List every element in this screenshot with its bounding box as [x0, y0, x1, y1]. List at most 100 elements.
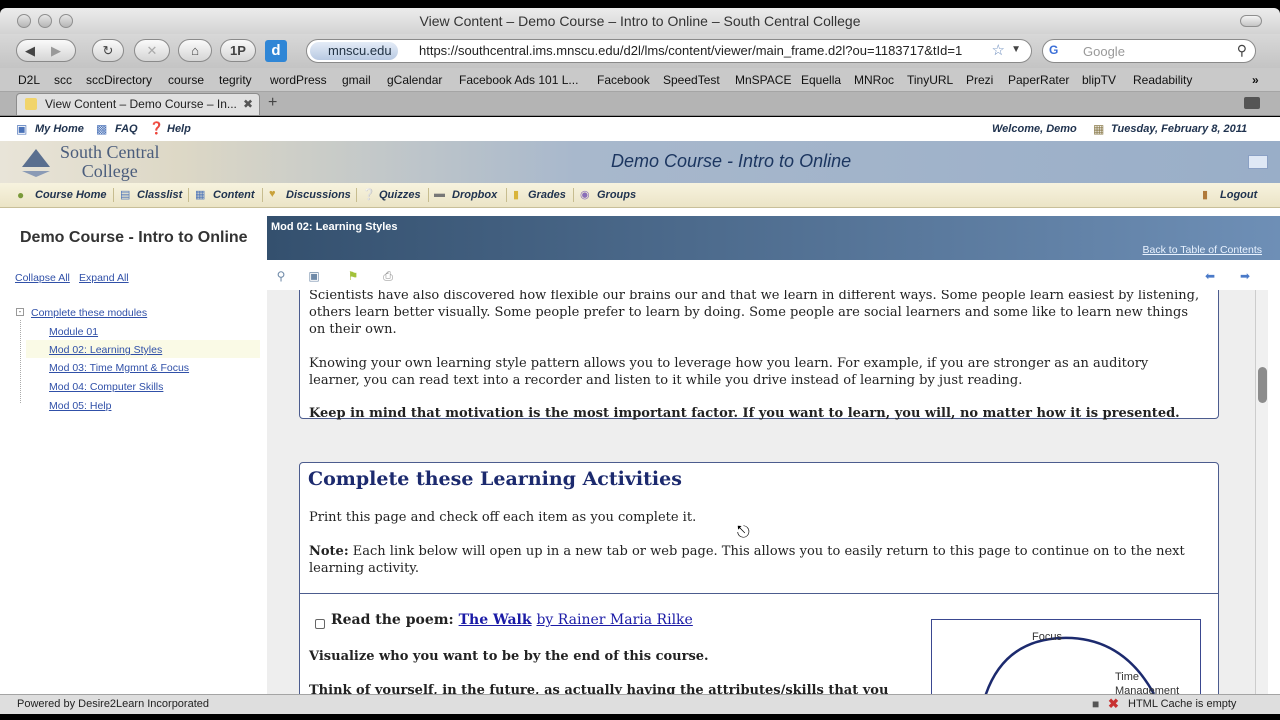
- read-poem-checkbox[interactable]: [315, 619, 325, 629]
- help-link[interactable]: Help: [167, 123, 191, 135]
- nav-grades[interactable]: Grades: [528, 189, 566, 201]
- note-line2: learning activity.: [309, 561, 420, 576]
- minibar-icon[interactable]: [1248, 155, 1268, 169]
- faq-icon: ▩: [96, 122, 108, 136]
- url-bar[interactable]: mnscu.edu https://southcentral.ims.mnscu…: [306, 39, 1032, 63]
- bookmark-item[interactable]: Readability: [1133, 73, 1192, 87]
- bookmark-item[interactable]: course: [168, 73, 204, 87]
- nav-divider: [506, 188, 507, 202]
- toolbar-toggle-button[interactable]: [1240, 15, 1262, 27]
- bookmark-item[interactable]: Facebook Ads 101 L...: [459, 73, 578, 87]
- close-tab-icon[interactable]: ✖: [243, 94, 253, 114]
- sidebar-course-title: Demo Course - Intro to Online: [20, 229, 248, 246]
- collapse-all-link[interactable]: Collapse All: [15, 272, 70, 284]
- sidebar-item-mod-05[interactable]: Mod 05: Help: [49, 400, 111, 412]
- tab-view-content[interactable]: View Content – Demo Course – In... ✖: [16, 93, 260, 115]
- activities-heading: Complete these Learning Activities: [308, 468, 682, 490]
- home-icon: ⌂: [191, 43, 199, 58]
- nav-divider: [573, 188, 574, 202]
- sidebar-item-mod-04[interactable]: Mod 04: Computer Skills: [49, 381, 163, 393]
- bookmark-tool-icon[interactable]: ⚑: [346, 269, 360, 283]
- logout-link[interactable]: Logout: [1220, 189, 1257, 201]
- bookmark-star-icon[interactable]: ☆: [992, 41, 1005, 59]
- nav-dropbox[interactable]: Dropbox: [452, 189, 497, 201]
- college-logo-icon: [22, 149, 50, 177]
- content-toolbar: ⚲ ▣ ⚑ ⎙ ⬅ ➡: [267, 260, 1280, 290]
- content-scrollbar[interactable]: [1255, 290, 1268, 694]
- para2-line1: Knowing your own learning style pattern …: [309, 356, 1149, 371]
- tree-root-link[interactable]: Complete these modules: [31, 307, 147, 319]
- stop-button[interactable]: ✕: [134, 39, 170, 62]
- content-sidebar: Demo Course - Intro to Online Collapse A…: [0, 216, 265, 694]
- nav-quizzes[interactable]: Quizzes: [379, 189, 421, 201]
- bookmark-item[interactable]: Prezi: [966, 73, 993, 87]
- bookmark-item[interactable]: Facebook: [597, 73, 650, 87]
- expand-all-link[interactable]: Expand All: [79, 272, 129, 284]
- previous-topic-arrow-icon[interactable]: ⬅: [1203, 269, 1217, 283]
- bookmark-item[interactable]: gCalendar: [387, 73, 442, 87]
- html-validator-error-icon[interactable]: ✖: [1108, 696, 1119, 712]
- bookmark-item[interactable]: D2L: [18, 73, 40, 87]
- course-banner: South Central College Demo Course - Intr…: [0, 141, 1280, 183]
- bookmark-item[interactable]: gmail: [342, 73, 371, 87]
- content-header: Mod 02: Learning Styles Back to Table of…: [267, 216, 1280, 260]
- d2l-topbar: ▣ My Home ▩ FAQ ❓ Help Welcome, Demo ▦ T…: [0, 117, 1280, 141]
- nav-content[interactable]: Content: [213, 189, 255, 201]
- stop-icon: ✕: [146, 43, 158, 58]
- home-button[interactable]: ⌂: [178, 39, 212, 62]
- bookmark-item[interactable]: blipTV: [1082, 73, 1116, 87]
- faq-link[interactable]: FAQ: [115, 123, 138, 135]
- nav-discussions[interactable]: Discussions: [286, 189, 351, 201]
- sidebar-item-mod-03[interactable]: Mod 03: Time Mgmnt & Focus: [49, 362, 189, 374]
- back-to-toc-link[interactable]: Back to Table of Contents: [1143, 244, 1262, 256]
- search-box[interactable]: G Google ⚲: [1042, 39, 1256, 63]
- status-right-text: HTML Cache is empty: [1128, 698, 1237, 710]
- sidebar-item-module-01[interactable]: Module 01: [49, 326, 98, 338]
- bookmark-item[interactable]: tegrity: [219, 73, 252, 87]
- bookmark-item[interactable]: MNRoc: [854, 73, 894, 87]
- nav-divider: [428, 188, 429, 202]
- think-text: Think of yourself, in the future, as act…: [309, 683, 889, 694]
- bookmark-item[interactable]: TinyURL: [907, 73, 953, 87]
- nav-groups[interactable]: Groups: [597, 189, 636, 201]
- poem-author-link[interactable]: by Rainer Maria Rilke: [536, 612, 692, 628]
- poem-title-link[interactable]: The Walk: [459, 612, 532, 628]
- nav-classlist[interactable]: Classlist: [137, 189, 182, 201]
- next-topic-arrow-icon[interactable]: ➡: [1238, 269, 1252, 283]
- back-forward-group: ◀ ▶: [16, 39, 76, 62]
- nav-course-home[interactable]: Course Home: [35, 189, 107, 201]
- my-home-link[interactable]: My Home: [35, 123, 84, 135]
- bookmark-item[interactable]: PaperRater: [1008, 73, 1069, 87]
- print-icon[interactable]: ⎙: [381, 269, 395, 283]
- para1-line1: Scientists have also discovered how flex…: [309, 290, 1200, 303]
- delicious-icon[interactable]: d: [265, 40, 287, 62]
- url-dropdown-icon[interactable]: ▼: [1011, 44, 1021, 55]
- back-arrow-icon[interactable]: ◀: [25, 40, 35, 61]
- bookmark-item[interactable]: SpeedTest: [663, 73, 720, 87]
- bookmark-item[interactable]: MnSPACE: [735, 73, 791, 87]
- download-tool-icon[interactable]: ▣: [307, 269, 321, 283]
- bookmarks-overflow-icon[interactable]: »: [1252, 73, 1259, 87]
- welcome-text: Welcome, Demo: [992, 123, 1077, 135]
- new-tab-button[interactable]: +: [268, 94, 277, 112]
- keep-in-mind-text: Keep in mind that motivation is the most…: [309, 406, 1180, 421]
- scrollbar-thumb[interactable]: [1258, 367, 1267, 403]
- bookmark-item[interactable]: scc: [54, 73, 72, 87]
- bookmark-item[interactable]: sccDirectory: [86, 73, 152, 87]
- bookmark-item[interactable]: wordPress: [270, 73, 327, 87]
- reload-icon: ↻: [102, 43, 114, 58]
- google-icon[interactable]: G: [1049, 43, 1058, 57]
- onepassword-button[interactable]: 1P: [220, 39, 256, 62]
- search-icon[interactable]: ⚲: [1237, 42, 1247, 59]
- sidebar-item-mod-02[interactable]: Mod 02: Learning Styles: [49, 344, 162, 356]
- logo-line2: College: [81, 161, 138, 181]
- site-identity-badge[interactable]: mnscu.edu: [310, 42, 398, 60]
- bookmark-item[interactable]: Equella: [801, 73, 841, 87]
- search-tool-icon[interactable]: ⚲: [274, 269, 288, 283]
- tab-list-icon[interactable]: [1244, 97, 1260, 109]
- tree-collapse-icon[interactable]: -: [16, 308, 24, 316]
- reload-button[interactable]: ↻: [92, 39, 124, 62]
- bookmarks-bar: D2L scc sccDirectory course tegrity word…: [0, 68, 1280, 92]
- forward-arrow-icon[interactable]: ▶: [51, 40, 61, 61]
- url-text[interactable]: https://southcentral.ims.mnscu.edu/d2l/l…: [419, 43, 989, 58]
